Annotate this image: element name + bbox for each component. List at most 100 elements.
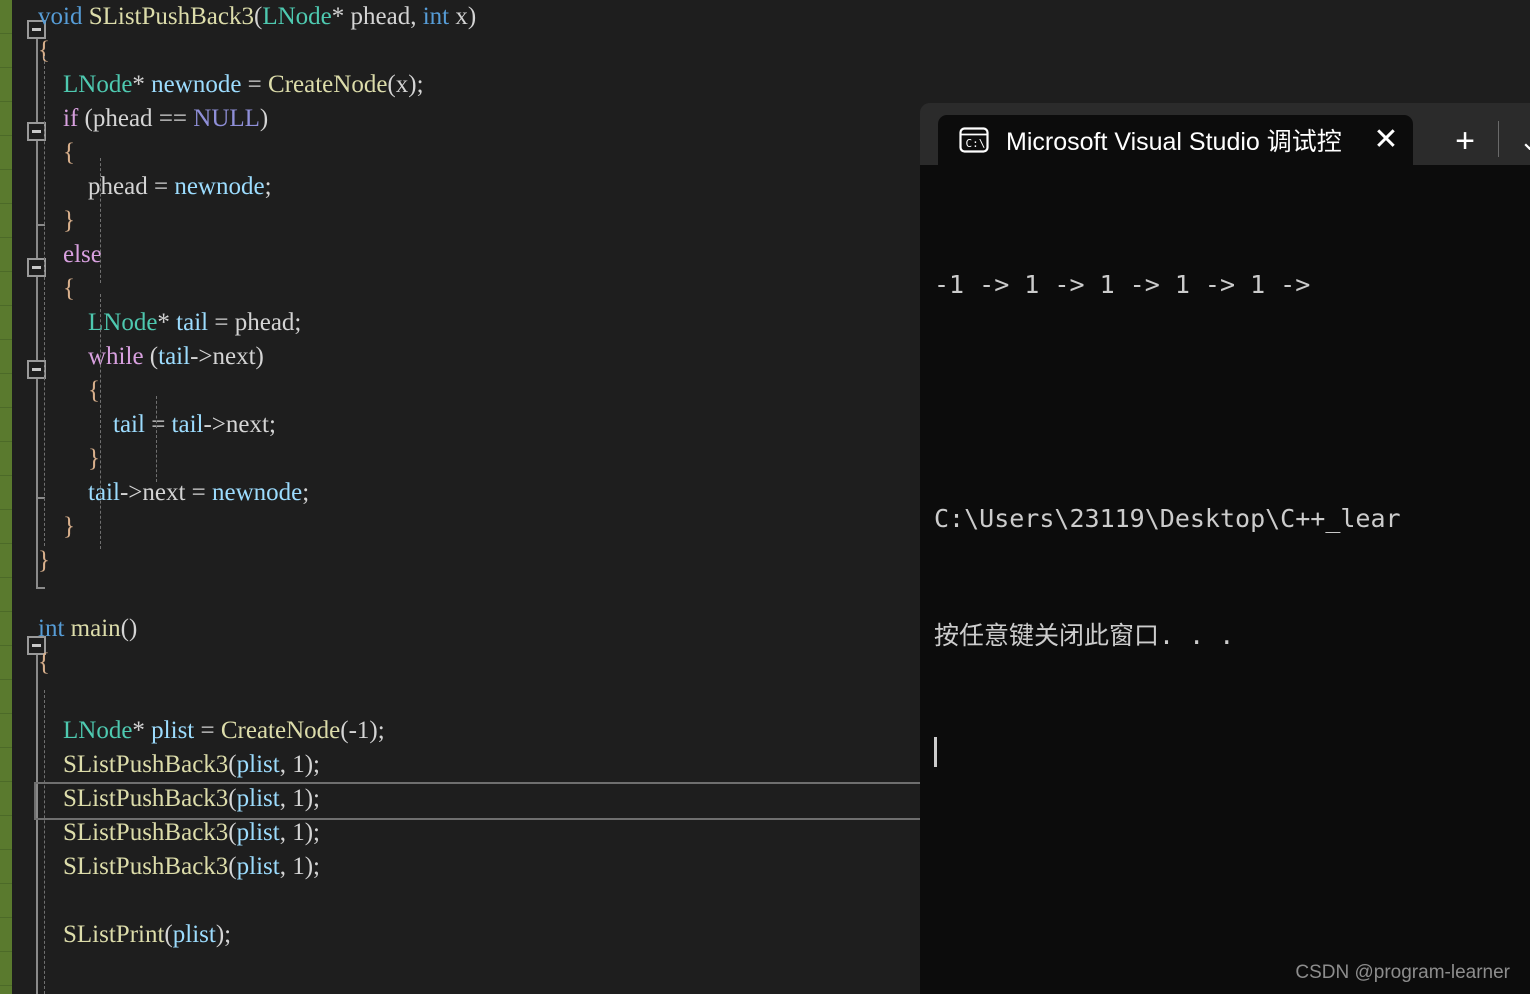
code-token: , bbox=[279, 819, 293, 846]
terminal-cursor-line bbox=[934, 733, 1530, 772]
code-token: ); bbox=[369, 717, 385, 744]
code-token: { bbox=[38, 649, 50, 676]
code-token: , bbox=[279, 785, 293, 812]
code-token: 1 bbox=[292, 853, 305, 880]
change-bar-segment bbox=[0, 714, 12, 748]
code-token: tail bbox=[176, 309, 209, 336]
change-bar-segment bbox=[0, 782, 12, 816]
change-bar-segment bbox=[0, 612, 12, 646]
code-token: x bbox=[455, 3, 468, 30]
code-token: SListPushBack3 bbox=[88, 3, 254, 30]
code-token: LNode bbox=[88, 309, 158, 336]
change-bar-segment bbox=[0, 646, 12, 680]
code-token: plist bbox=[236, 785, 280, 812]
folding-margin[interactable] bbox=[12, 0, 46, 994]
change-bar-segment bbox=[0, 578, 12, 612]
terminal-window[interactable]: C:\ Microsoft Visual Studio 调试控 ✕ + ⌄ -1… bbox=[920, 103, 1530, 994]
code-token: ( bbox=[340, 717, 349, 744]
terminal-tab[interactable]: C:\ Microsoft Visual Studio 调试控 ✕ bbox=[938, 115, 1413, 165]
change-bar-segment bbox=[0, 68, 12, 102]
code-token: ; bbox=[268, 411, 276, 438]
change-bar-segment bbox=[0, 816, 12, 850]
terminal-titlebar[interactable]: C:\ Microsoft Visual Studio 调试控 ✕ + ⌄ bbox=[920, 103, 1530, 165]
code-token: else bbox=[63, 241, 102, 268]
code-line[interactable]: { bbox=[36, 34, 1530, 68]
new-tab-button[interactable]: + bbox=[1443, 124, 1487, 159]
code-token: CreateNode bbox=[268, 71, 388, 98]
terminal-line-list: -1 -> 1 -> 1 -> 1 -> 1 -> bbox=[934, 270, 1311, 299]
code-token: } bbox=[88, 445, 100, 472]
change-bar-segment bbox=[0, 680, 12, 714]
code-token: tail bbox=[113, 411, 145, 438]
code-token: phead bbox=[88, 173, 148, 200]
code-token: -> bbox=[190, 343, 213, 370]
code-token: = bbox=[144, 411, 172, 438]
close-icon[interactable]: ✕ bbox=[1359, 125, 1413, 155]
code-token: SListPushBack3 bbox=[63, 751, 229, 778]
code-token: LNode bbox=[63, 717, 133, 744]
change-bar-segment bbox=[0, 442, 12, 476]
change-bar-segment bbox=[0, 204, 12, 238]
terminal-tab-title: Microsoft Visual Studio 调试控 bbox=[1006, 128, 1342, 156]
code-token: next bbox=[225, 411, 269, 438]
code-token: void bbox=[38, 3, 83, 30]
code-token: ; bbox=[302, 479, 310, 506]
code-token: int bbox=[38, 615, 65, 642]
change-bar-segment bbox=[0, 340, 12, 374]
change-bar-segment bbox=[0, 238, 12, 272]
change-bar-segment bbox=[0, 884, 12, 918]
change-bar-segment bbox=[0, 34, 12, 68]
code-token: ) bbox=[467, 3, 477, 30]
change-bar-segment bbox=[0, 102, 12, 136]
code-token: int bbox=[422, 3, 450, 30]
code-token: = bbox=[194, 717, 221, 744]
code-token: ) bbox=[255, 343, 264, 370]
code-token: ( bbox=[228, 819, 237, 846]
code-token: ( bbox=[228, 751, 237, 778]
code-token: } bbox=[63, 207, 75, 234]
code-token: -1 bbox=[348, 717, 370, 744]
watermark: CSDN @program-learner bbox=[1295, 962, 1510, 983]
code-token: SListPushBack3 bbox=[63, 785, 229, 812]
code-token: newnode bbox=[174, 173, 265, 200]
code-token: x bbox=[395, 71, 409, 98]
code-token: -> bbox=[119, 479, 143, 506]
terminal-line-path: C:\Users\23119\Desktop\C++_lear bbox=[934, 504, 1401, 533]
code-token: ); bbox=[408, 71, 424, 98]
code-token: SListPrint bbox=[63, 921, 165, 948]
text-cursor bbox=[934, 737, 937, 767]
code-token: newnode bbox=[212, 479, 303, 506]
code-token: ( bbox=[228, 853, 237, 880]
code-token: tail bbox=[158, 343, 191, 370]
code-token: { bbox=[63, 275, 75, 302]
code-token: = bbox=[208, 309, 235, 336]
code-token: { bbox=[88, 377, 100, 404]
code-token: ); bbox=[304, 785, 320, 812]
change-bar-segment bbox=[0, 918, 12, 952]
code-token: , bbox=[279, 853, 293, 880]
change-bar-segment bbox=[0, 510, 12, 544]
code-line[interactable]: LNode* newnode = CreateNode(x); bbox=[36, 68, 1530, 102]
change-bar-segment bbox=[0, 476, 12, 510]
change-bar-segment bbox=[0, 748, 12, 782]
chevron-down-icon[interactable]: ⌄ bbox=[1512, 127, 1530, 157]
code-token: phead bbox=[350, 3, 411, 30]
console-icon: C:\ bbox=[958, 126, 990, 154]
terminal-output[interactable]: -1 -> 1 -> 1 -> 1 -> 1 -> C:\Users\23119… bbox=[920, 165, 1530, 994]
code-token: ); bbox=[304, 819, 320, 846]
code-line[interactable]: void SListPushBack3(LNode* phead, int x) bbox=[36, 0, 1530, 34]
change-bar-margin bbox=[0, 0, 12, 994]
code-token: * bbox=[132, 717, 145, 744]
code-token: , bbox=[279, 751, 293, 778]
